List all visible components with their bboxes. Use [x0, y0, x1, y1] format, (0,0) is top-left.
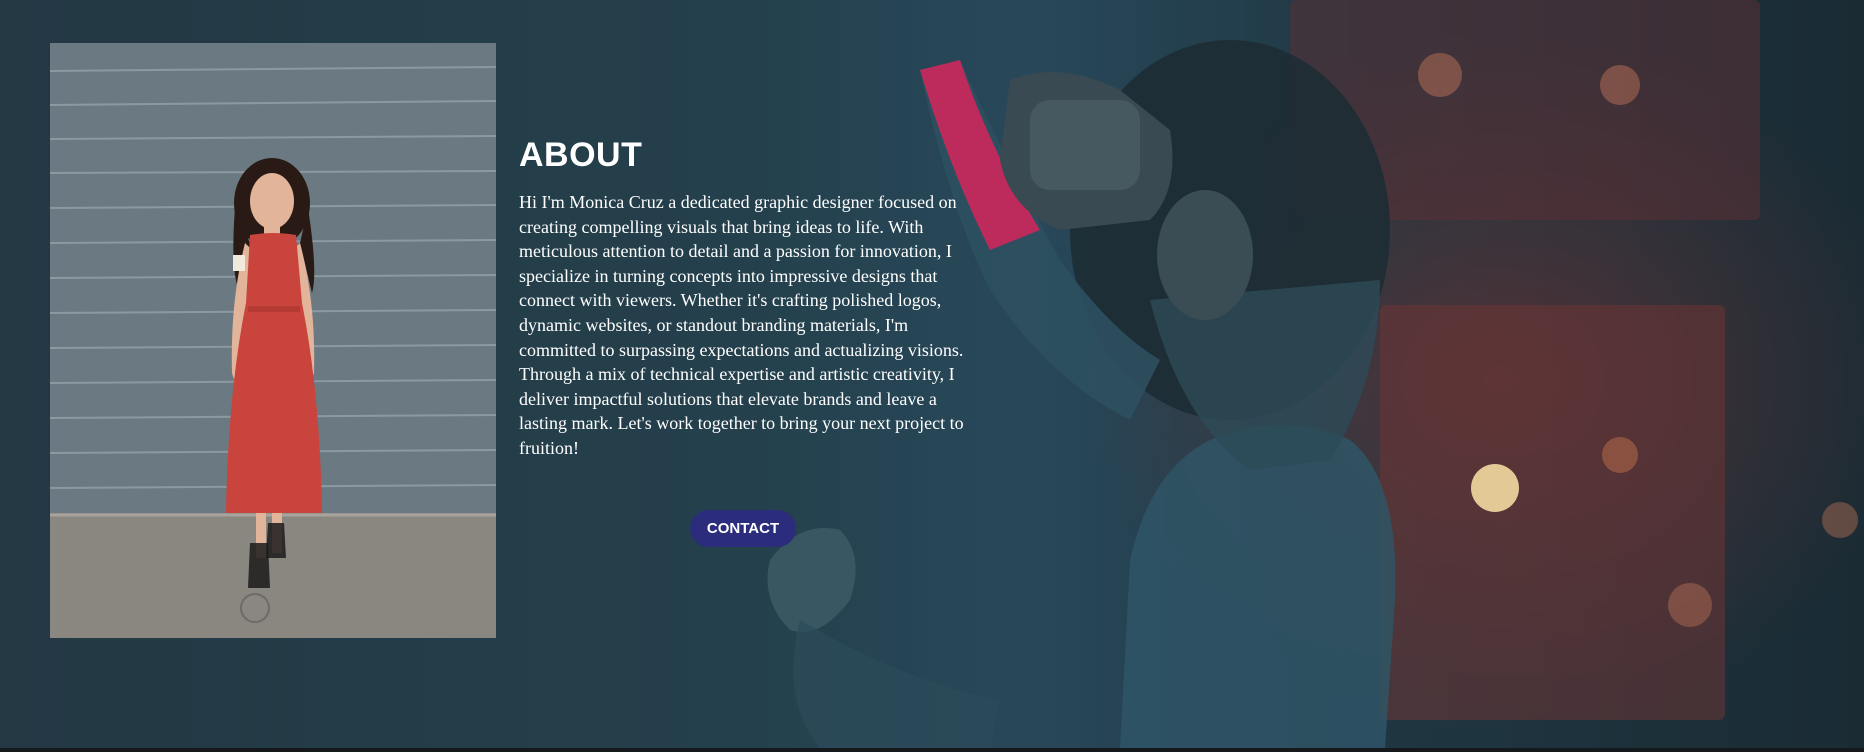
page-bottom-border [0, 748, 1864, 752]
about-description: Hi I'm Monica Cruz a dedicated graphic d… [519, 192, 964, 458]
portrait-photo [50, 43, 496, 638]
portrait-image [50, 43, 496, 638]
contact-button[interactable]: CONTACT [690, 510, 796, 547]
about-heading: ABOUT [519, 136, 643, 174]
about-section: ABOUT Hi I'm Monica Cruz a dedicated gra… [519, 132, 971, 461]
